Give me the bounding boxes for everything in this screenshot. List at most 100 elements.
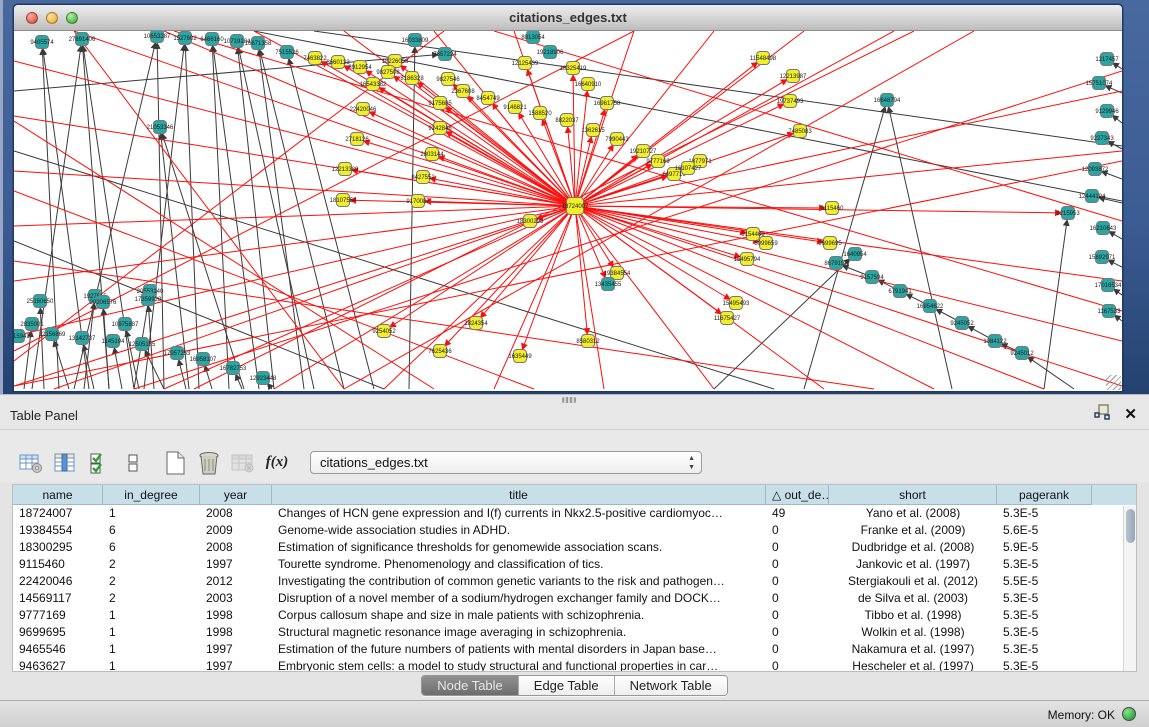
network-node-label: 1362615 xyxy=(581,128,605,134)
network-node-label: 16033809 xyxy=(402,38,429,44)
column-header-out-de-[interactable]: △ out_de… xyxy=(766,485,829,505)
network-node-label: 12156869 xyxy=(39,332,66,338)
table-select-dropdown[interactable]: citations_edges.txt ▲▼ xyxy=(310,451,702,474)
network-node-label: 16954622 xyxy=(917,304,944,310)
close-panel-icon[interactable]: ✕ xyxy=(1124,407,1137,423)
network-node-label: 11675427 xyxy=(714,316,741,322)
network-node-label: 8215953 xyxy=(1056,211,1080,217)
row-height-icon[interactable] xyxy=(116,449,150,477)
new-table-icon[interactable] xyxy=(158,449,192,477)
table-scrollbar-thumb[interactable] xyxy=(1126,509,1135,543)
network-node-label: 27691406 xyxy=(69,37,96,43)
column-header-name[interactable]: name xyxy=(13,485,103,505)
network-node-label: 18325419 xyxy=(560,66,587,72)
table-cell: 49 xyxy=(766,505,829,522)
column-header-in-degree[interactable]: in_degree xyxy=(103,485,200,505)
table-row[interactable]: 1872400712008Changes of HCN gene express… xyxy=(13,505,1136,522)
table-cell: Stergiakouli et al. (2012) xyxy=(829,573,997,590)
network-node-label: 8813054 xyxy=(521,35,545,41)
network-node-label: 19384554 xyxy=(604,271,631,277)
split-pane-divider-handle[interactable] xyxy=(562,397,576,403)
table-row[interactable]: 969969511998Structural magnetic resonanc… xyxy=(13,624,1136,641)
window-resize-grip[interactable] xyxy=(1106,375,1121,390)
table-cell: 5.3E-5 xyxy=(997,505,1092,522)
table-cell: Franke et al. (2009) xyxy=(829,522,997,539)
table-cell: 5.9E-5 xyxy=(997,539,1092,556)
network-node-label: 15751074 xyxy=(1086,81,1113,87)
network-edge xyxy=(575,105,783,206)
table-cell: 2 xyxy=(103,556,200,573)
network-node-label: 9170087 xyxy=(406,199,430,205)
network-edge xyxy=(1110,232,1122,239)
network-node-label: 19737493 xyxy=(777,99,804,105)
table-row[interactable]: 1938455462009Genome-wide association stu… xyxy=(13,522,1136,539)
table-row[interactable]: 946362711997Embryonic stem cells: a mode… xyxy=(13,658,1136,672)
float-panel-icon[interactable] xyxy=(1094,404,1110,425)
table-cell: 19384554 xyxy=(13,522,103,539)
table-row[interactable]: 977716911998Corpus callosum shape and si… xyxy=(13,607,1136,624)
network-edge xyxy=(14,121,434,389)
table-cell: 5.5E-5 xyxy=(997,573,1092,590)
delete-table-icon[interactable] xyxy=(192,449,226,477)
table-cell: 0 xyxy=(766,522,829,539)
table-cell: 9465546 xyxy=(13,641,103,658)
network-edge xyxy=(519,114,575,206)
network-edge xyxy=(575,206,1122,281)
memory-status-icon[interactable] xyxy=(1122,707,1136,721)
network-node-label: 9245052 xyxy=(950,321,974,327)
tab-edge-table[interactable]: Edge Table xyxy=(518,676,614,695)
network-edge xyxy=(185,46,199,389)
network-node-label: 9227343 xyxy=(1090,136,1114,142)
table-cell: 2 xyxy=(103,573,200,590)
cytoscape-desktop: citations_edges.txt 18724007183002951938… xyxy=(0,0,1149,394)
network-node-label: 6791941 xyxy=(888,289,912,295)
select-column-icon[interactable] xyxy=(48,449,82,477)
network-node-label: 12923448 xyxy=(250,376,277,382)
network-node-label: 18226058 xyxy=(382,59,409,65)
network-edge xyxy=(260,51,344,389)
network-canvas[interactable]: 1872400718300295193845541921072797771696… xyxy=(14,31,1122,391)
network-window-titlebar[interactable]: citations_edges.txt xyxy=(14,5,1122,31)
show-hide-columns-icon[interactable] xyxy=(82,449,116,477)
table-scrollbar[interactable] xyxy=(1123,506,1136,671)
network-edge xyxy=(179,361,186,389)
table-cell: 0 xyxy=(766,539,829,556)
table-cell: 1 xyxy=(103,624,200,641)
network-node-label: 16543382 xyxy=(360,82,387,88)
column-header-year[interactable]: year xyxy=(200,485,272,505)
table-header-row: namein_degreeyeartitle△ out_de…shortpage… xyxy=(13,485,1136,505)
network-node-label: 11548498 xyxy=(750,56,777,62)
table-row[interactable]: 946554611997Estimation of the future num… xyxy=(13,641,1136,658)
network-node-label: 16640910 xyxy=(575,82,602,88)
table-cell: Wolkin et al. (1998) xyxy=(829,624,997,641)
table-settings-icon[interactable] xyxy=(14,449,48,477)
table-cell: 9115460 xyxy=(13,556,103,573)
table-row[interactable]: 911546021997Tourette syndrome. Phenomeno… xyxy=(13,556,1136,573)
table-row[interactable]: 2242004622012Investigating the contribut… xyxy=(13,573,1136,590)
function-builder-icon[interactable]: f(x) xyxy=(260,449,294,477)
tab-node-table[interactable]: Node Table xyxy=(422,676,518,695)
network-edge xyxy=(164,31,575,206)
network-node-label: 12213389 xyxy=(332,167,359,173)
network-edge xyxy=(1115,290,1122,295)
network-node-label: 1084122 xyxy=(983,339,1007,345)
network-node-label: 9254052 xyxy=(372,329,396,335)
table-row[interactable]: 1456911722003Disruption of a novel membe… xyxy=(13,590,1136,607)
column-header-short[interactable]: short xyxy=(829,485,997,505)
memory-status-label: Memory: OK xyxy=(1048,708,1115,722)
network-window[interactable]: citations_edges.txt 18724007183002951938… xyxy=(13,4,1123,391)
network-node-label: 1217457 xyxy=(1095,57,1119,63)
column-header-title[interactable]: title xyxy=(272,485,766,505)
table-cell: 2008 xyxy=(200,539,272,556)
tab-network-table[interactable]: Network Table xyxy=(614,676,727,695)
network-node-label: 13435455 xyxy=(595,282,622,288)
table-cell: 6 xyxy=(103,522,200,539)
table-cell: 1998 xyxy=(200,607,272,624)
network-node-label: 6466160 xyxy=(200,37,224,43)
column-header-pagerank[interactable]: pagerank xyxy=(997,485,1092,505)
network-node-label: 1588520 xyxy=(528,111,552,117)
network-node-label: 7990443 xyxy=(605,137,629,143)
network-node-label: 9175685 xyxy=(428,101,452,107)
table-row[interactable]: 1830029562008Estimation of significance … xyxy=(13,539,1136,556)
table-cell: 2008 xyxy=(200,505,272,522)
